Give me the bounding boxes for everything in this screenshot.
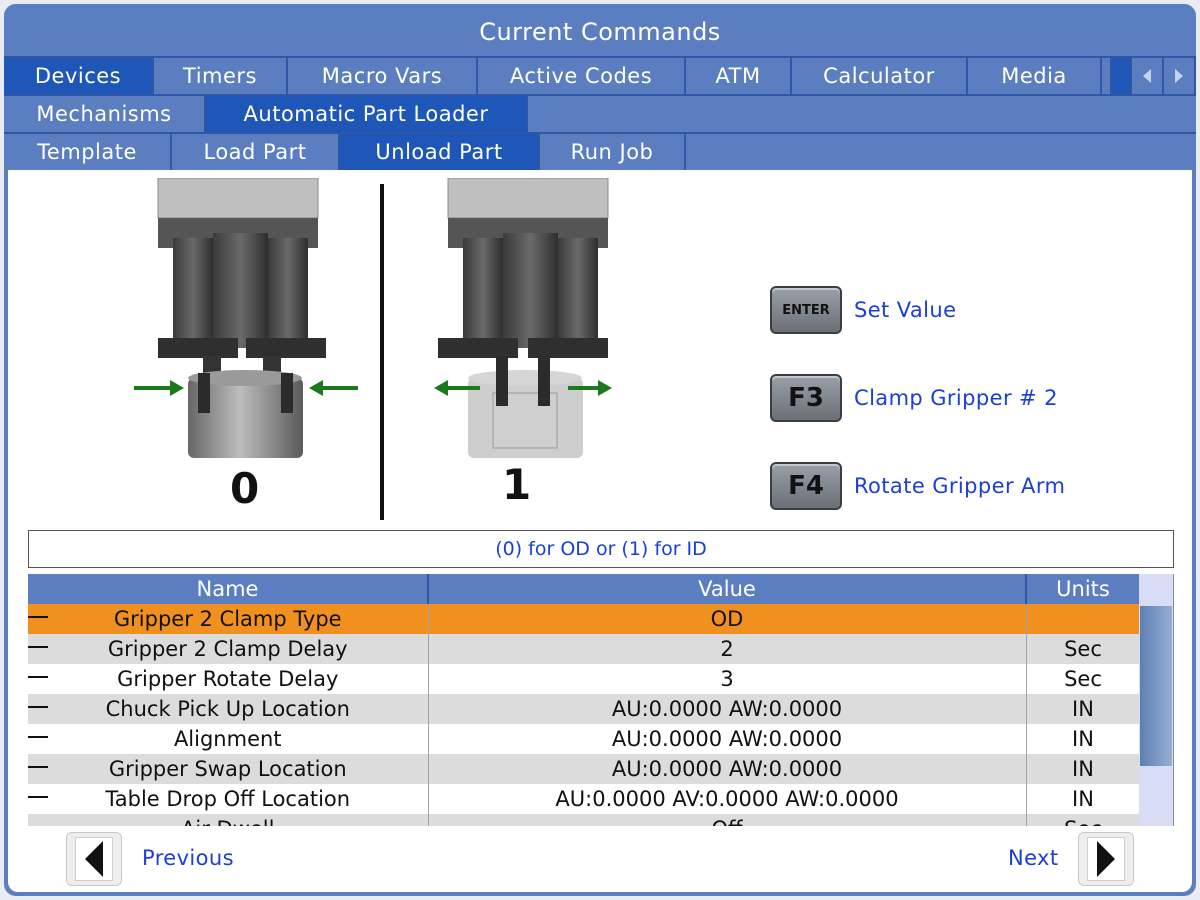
settings-table-container: Name Value Units 1Gripper 2 Clamp Type O…	[28, 574, 1174, 826]
key-hint-enter: ENTER Set Value	[770, 286, 956, 334]
row-name: Alignment	[173, 727, 282, 751]
tab-run-job[interactable]: Run Job	[540, 134, 686, 170]
tab-row-devices: Mechanisms Automatic Part Loader	[4, 94, 1196, 132]
f4-key-label: Rotate Gripper Arm	[854, 474, 1066, 498]
column-header-name: Name	[28, 574, 429, 604]
row-units: IN	[1026, 724, 1141, 754]
input-hint: (0) for OD or (1) for ID	[28, 530, 1174, 568]
settings-table: Name Value Units 1Gripper 2 Clamp Type O…	[28, 574, 1141, 826]
row-units: Sec	[1026, 814, 1141, 826]
chevron-left-icon	[1143, 69, 1151, 83]
row-units: Sec	[1026, 664, 1141, 694]
row-name: Gripper 2 Clamp Type	[113, 607, 342, 631]
column-header-units: Units	[1026, 574, 1141, 604]
tab-automatic-part-loader[interactable]: Automatic Part Loader	[206, 96, 528, 132]
tab-active-codes[interactable]: Active Codes	[478, 58, 686, 94]
table-row[interactable]: Air Dwell Off Sec	[28, 814, 1141, 826]
tab-row-main: Devices Timers Macro Vars Active Codes A…	[4, 56, 1196, 94]
arrow-left-icon	[85, 841, 103, 877]
option-0-label: 0	[230, 464, 260, 513]
current-commands-window: Current Commands Devices Timers Macro Va…	[4, 4, 1196, 896]
tab-timers[interactable]: Timers	[154, 58, 288, 94]
row-name: Gripper Swap Location	[108, 757, 347, 781]
tab-mechanisms[interactable]: Mechanisms	[4, 96, 206, 132]
tab-overflow-partial[interactable]	[1110, 58, 1132, 94]
tab-media[interactable]: Media	[968, 58, 1102, 94]
table-row[interactable]: 7Table Drop Off Location AU:0.0000 AV:0.…	[28, 784, 1141, 814]
row-name: Chuck Pick Up Location	[105, 697, 350, 721]
key-hint-f4: F4 Rotate Gripper Arm	[770, 462, 1065, 510]
tab-devices[interactable]: Devices	[4, 58, 154, 94]
tab-scroll-left-button[interactable]	[1132, 58, 1164, 94]
tab-unload-part[interactable]: Unload Part	[340, 134, 540, 170]
row-value: AU:0.0000 AV:0.0000 AW:0.0000	[428, 784, 1027, 814]
table-header-row: Name Value Units	[28, 574, 1141, 604]
tab-scroll-controls	[1110, 58, 1196, 94]
chevron-right-icon	[1175, 69, 1183, 83]
previous-button[interactable]	[66, 832, 122, 886]
table-row[interactable]: 2Gripper 2 Clamp Delay 2 Sec	[28, 634, 1141, 664]
window-title: Current Commands	[4, 4, 1196, 56]
tab-atm[interactable]: ATM	[686, 58, 792, 94]
row-value: AU:0.0000 AW:0.0000	[428, 694, 1027, 724]
tab-row-apl: Template Load Part Unload Part Run Job	[4, 132, 1196, 170]
row-value: OD	[428, 604, 1027, 634]
row-value: 2	[428, 634, 1027, 664]
table-row[interactable]: 6Gripper Swap Location AU:0.0000 AW:0.00…	[28, 754, 1141, 784]
table-row[interactable]: 4Chuck Pick Up Location AU:0.0000 AW:0.0…	[28, 694, 1141, 724]
tab-macro-vars[interactable]: Macro Vars	[288, 58, 478, 94]
next-label[interactable]: Next	[1008, 846, 1059, 870]
table-scrollbar-thumb[interactable]	[1140, 606, 1172, 766]
row-value: 3	[428, 664, 1027, 694]
row-name: Gripper 2 Clamp Delay	[107, 637, 348, 661]
arrow-right-icon	[1097, 841, 1115, 877]
unload-part-panel: 0 1 ENTER Set Value F3 Clamp Gripper # 2…	[8, 170, 1192, 892]
row-units	[1026, 604, 1141, 634]
f4-key[interactable]: F4	[770, 462, 842, 510]
gripper-od-illustration	[134, 178, 358, 458]
tab-calculator[interactable]: Calculator	[792, 58, 968, 94]
f3-key-label: Clamp Gripper # 2	[854, 386, 1058, 410]
row-units: IN	[1026, 784, 1141, 814]
tab-template[interactable]: Template	[4, 134, 172, 170]
enter-key-label: Set Value	[854, 298, 957, 322]
key-hint-f3: F3 Clamp Gripper # 2	[770, 374, 1058, 422]
column-header-value: Value	[428, 574, 1027, 604]
tab-scroll-right-button[interactable]	[1164, 58, 1196, 94]
enter-key[interactable]: ENTER	[770, 286, 842, 334]
table-row[interactable]: 5Alignment AU:0.0000 AW:0.0000 IN	[28, 724, 1141, 754]
table-row[interactable]: 1Gripper 2 Clamp Type OD	[28, 604, 1141, 634]
figure-divider	[380, 184, 384, 520]
row-name: Gripper Rotate Delay	[117, 667, 339, 691]
row-name: Air Dwell	[181, 817, 274, 826]
row-name: Table Drop Off Location	[105, 787, 351, 811]
gripper-id-illustration	[434, 178, 612, 458]
row-units: Sec	[1026, 634, 1141, 664]
option-1-label: 1	[502, 460, 532, 509]
table-row[interactable]: 3Gripper Rotate Delay 3 Sec	[28, 664, 1141, 694]
f3-key[interactable]: F3	[770, 374, 842, 422]
row-units: IN	[1026, 694, 1141, 724]
previous-label[interactable]: Previous	[142, 846, 234, 870]
tab-load-part[interactable]: Load Part	[172, 134, 340, 170]
next-button[interactable]	[1078, 832, 1134, 886]
row-value: AU:0.0000 AW:0.0000	[428, 724, 1027, 754]
row-value: Off	[428, 814, 1027, 826]
table-scrollbar[interactable]	[1139, 574, 1173, 826]
row-units: IN	[1026, 754, 1141, 784]
row-value: AU:0.0000 AW:0.0000	[428, 754, 1027, 784]
